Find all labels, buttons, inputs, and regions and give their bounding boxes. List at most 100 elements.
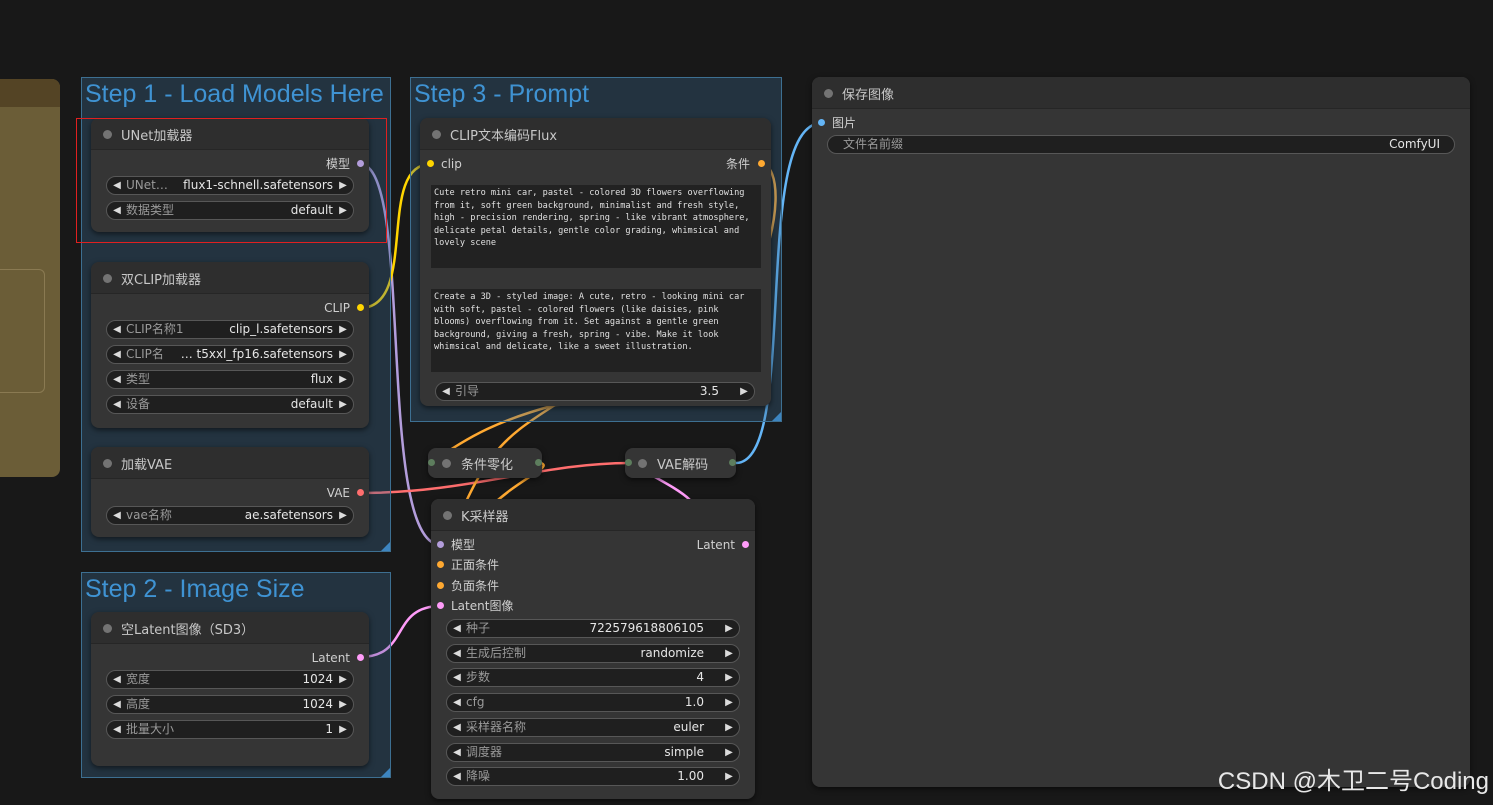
vae-name-combo[interactable]: ◀ vae名称 ae.safetensors ▶ — [106, 506, 354, 525]
scheduler-combo[interactable]: ◀ 调度器 simple ▶ — [446, 743, 740, 762]
increment-arrow-icon[interactable]: ▶ — [723, 744, 735, 761]
batch-size-number[interactable]: ◀ 批量大小 1 ▶ — [106, 720, 354, 739]
clip2-combo[interactable]: ◀ CLIP名 … t5xxl_fp16.safetensors ▶ — [106, 345, 354, 364]
node-conditioning-zero-out[interactable]: 条件零化 — [428, 448, 542, 478]
input-pin-clip[interactable] — [427, 160, 434, 167]
group-resize-handle[interactable] — [381, 768, 390, 777]
sampler-name-combo[interactable]: ◀ 采样器名称 euler ▶ — [446, 718, 740, 737]
group-resize-handle[interactable] — [381, 542, 390, 551]
decrement-arrow-icon[interactable]: ◀ — [111, 721, 123, 738]
decrement-arrow-icon[interactable]: ◀ — [451, 694, 463, 711]
collapse-dot-icon[interactable] — [443, 511, 452, 520]
node-header[interactable]: 空Latent图像（SD3） — [91, 612, 369, 644]
node-clip-text-encode[interactable]: CLIP文本编码Flux clip 条件 Cute retro mini car… — [420, 118, 771, 406]
increment-arrow-icon[interactable]: ▶ — [337, 346, 349, 363]
input-pin-samples[interactable] — [625, 459, 632, 466]
decrement-arrow-icon[interactable]: ◀ — [111, 671, 123, 688]
width-number[interactable]: ◀ 宽度 1024 ▶ — [106, 670, 354, 689]
collapse-dot-icon[interactable] — [103, 624, 112, 633]
decrement-arrow-icon[interactable]: ◀ — [451, 768, 463, 785]
collapse-dot-icon[interactable] — [442, 459, 451, 468]
node-header[interactable]: K采样器 — [431, 499, 755, 531]
increment-arrow-icon[interactable]: ▶ — [723, 669, 735, 686]
control-after-generate-combo[interactable]: ◀ 生成后控制 randomize ▶ — [446, 644, 740, 663]
increment-arrow-icon[interactable]: ▶ — [337, 396, 349, 413]
increment-arrow-icon[interactable]: ▶ — [738, 383, 750, 400]
increment-arrow-icon[interactable]: ▶ — [723, 719, 735, 736]
output-pin-latent[interactable] — [742, 541, 749, 548]
input-pin-latent-image[interactable] — [437, 602, 444, 609]
device-combo[interactable]: ◀ 设备 default ▶ — [106, 395, 354, 414]
increment-arrow-icon[interactable]: ▶ — [337, 371, 349, 388]
input-label-latent-image: Latent图像 — [451, 599, 514, 613]
increment-arrow-icon[interactable]: ▶ — [337, 507, 349, 524]
node-vae-decode[interactable]: VAE解码 — [625, 448, 736, 478]
decrement-arrow-icon[interactable]: ◀ — [451, 719, 463, 736]
collapse-dot-icon[interactable] — [432, 130, 441, 139]
increment-arrow-icon[interactable]: ▶ — [723, 694, 735, 711]
filename-prefix-input[interactable]: 文件名前缀 ComfyUI — [827, 135, 1455, 154]
decrement-arrow-icon[interactable]: ◀ — [451, 620, 463, 637]
output-pin-conditioning[interactable] — [758, 160, 765, 167]
height-number[interactable]: ◀ 高度 1024 ▶ — [106, 695, 354, 714]
decrement-arrow-icon[interactable]: ◀ — [111, 346, 123, 363]
output-label-latent: Latent — [311, 651, 350, 665]
decrement-arrow-icon[interactable]: ◀ — [440, 383, 452, 400]
node-header[interactable]: 保存图像 — [812, 77, 1470, 109]
input-pin-images[interactable] — [818, 119, 825, 126]
clip-l-prompt-textarea[interactable]: Cute retro mini car, pastel - colored 3D… — [431, 185, 761, 268]
clip-type-combo[interactable]: ◀ 类型 flux ▶ — [106, 370, 354, 389]
denoise-number[interactable]: ◀ 降噪 1.00 ▶ — [446, 767, 740, 786]
output-label-latent: Latent — [696, 538, 735, 552]
seed-number[interactable]: ◀ 种子 722579618806105 ▶ — [446, 619, 740, 638]
note-node-partial[interactable] — [0, 79, 60, 477]
t5xxl-prompt-textarea[interactable]: Create a 3D - styled image: A cute, retr… — [431, 289, 761, 372]
decrement-arrow-icon[interactable]: ◀ — [111, 696, 123, 713]
increment-arrow-icon[interactable]: ▶ — [337, 721, 349, 738]
decrement-arrow-icon[interactable]: ◀ — [451, 645, 463, 662]
input-pin-conditioning[interactable] — [428, 459, 435, 466]
output-pin-clip[interactable] — [357, 304, 364, 311]
increment-arrow-icon[interactable]: ▶ — [723, 768, 735, 785]
output-pin-vae[interactable] — [357, 489, 364, 496]
note-node-header — [0, 79, 60, 107]
output-pin-image[interactable] — [729, 459, 736, 466]
decrement-arrow-icon[interactable]: ◀ — [111, 396, 123, 413]
increment-arrow-icon[interactable]: ▶ — [337, 321, 349, 338]
decrement-arrow-icon[interactable]: ◀ — [451, 669, 463, 686]
increment-arrow-icon[interactable]: ▶ — [337, 671, 349, 688]
collapse-dot-icon[interactable] — [103, 459, 112, 468]
increment-arrow-icon[interactable]: ▶ — [723, 620, 735, 637]
input-pin-model[interactable] — [437, 541, 444, 548]
cfg-number[interactable]: ◀ cfg 1.0 ▶ — [446, 693, 740, 712]
increment-arrow-icon[interactable]: ▶ — [723, 645, 735, 662]
decrement-arrow-icon[interactable]: ◀ — [111, 321, 123, 338]
node-header[interactable]: 加载VAE — [91, 447, 369, 479]
clip1-combo[interactable]: ◀ CLIP名称1 clip_l.safetensors ▶ — [106, 320, 354, 339]
node-title: CLIP文本编码Flux — [450, 129, 558, 144]
input-pin-positive[interactable] — [437, 561, 444, 568]
group-resize-handle[interactable] — [772, 412, 781, 421]
collapse-dot-icon[interactable] — [103, 274, 112, 283]
node-title: 双CLIP加载器 — [121, 273, 201, 288]
output-pin-conditioning[interactable] — [535, 459, 542, 466]
steps-number[interactable]: ◀ 步数 4 ▶ — [446, 668, 740, 687]
decrement-arrow-icon[interactable]: ◀ — [451, 744, 463, 761]
decrement-arrow-icon[interactable]: ◀ — [111, 507, 123, 524]
decrement-arrow-icon[interactable]: ◀ — [111, 371, 123, 388]
note-node-inner — [0, 269, 45, 393]
node-header[interactable]: 双CLIP加载器 — [91, 262, 369, 294]
guidance-number[interactable]: ◀ 引导 3.5 ▶ — [435, 382, 755, 401]
collapse-dot-icon[interactable] — [824, 89, 833, 98]
collapse-dot-icon[interactable] — [638, 459, 647, 468]
input-pin-negative[interactable] — [437, 582, 444, 589]
node-empty-latent[interactable]: 空Latent图像（SD3） Latent ◀ 宽度 1024 ▶ ◀ 高度 1… — [91, 612, 369, 766]
node-save-image[interactable]: 保存图像 图片 文件名前缀 ComfyUI — [812, 77, 1470, 787]
node-vae-loader[interactable]: 加载VAE VAE ◀ vae名称 ae.safetensors ▶ — [91, 447, 369, 537]
output-pin-latent[interactable] — [357, 654, 364, 661]
node-dual-clip-loader[interactable]: 双CLIP加载器 CLIP ◀ CLIP名称1 clip_l.safetenso… — [91, 262, 369, 428]
increment-arrow-icon[interactable]: ▶ — [337, 696, 349, 713]
input-label-clip: clip — [441, 157, 462, 171]
node-ksampler[interactable]: K采样器 模型 Latent 正面条件 负面条件 Latent图像 ◀ 种子 7… — [431, 499, 755, 799]
node-header[interactable]: CLIP文本编码Flux — [420, 118, 771, 150]
